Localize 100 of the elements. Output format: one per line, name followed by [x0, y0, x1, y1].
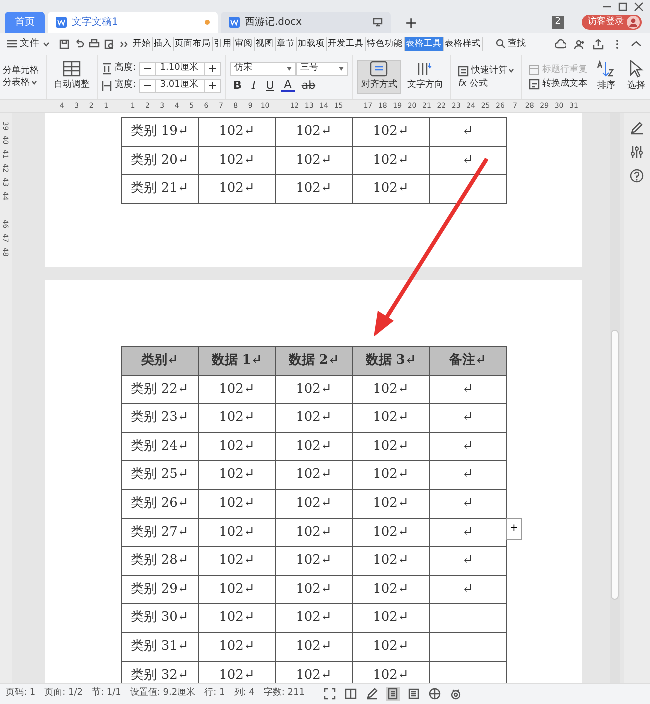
scrollbar-thumb[interactable] — [611, 330, 619, 600]
split-table-button[interactable]: 分表格 — [0, 78, 42, 88]
add-column-button[interactable]: + — [506, 518, 522, 540]
document-tab[interactable]: 文字文稿1 — [48, 12, 218, 33]
ribbon-tab[interactable]: 表格工具 — [405, 36, 444, 52]
cloud-icon[interactable] — [555, 38, 566, 50]
ribbon-tab[interactable]: 视图 — [255, 36, 276, 52]
font-size-select[interactable]: 三号 — [296, 62, 348, 76]
decrease-button[interactable]: − — [140, 63, 156, 74]
status-text: 页码: 1 — [6, 686, 36, 700]
fullscreen-view-button[interactable] — [322, 686, 337, 700]
window-count-badge[interactable]: 2 — [552, 16, 564, 29]
table-cell: ↵ — [430, 460, 506, 490]
table-cell: ↵ — [430, 546, 506, 576]
sort-icon — [597, 60, 616, 78]
table-cell: 类别 21↵ — [122, 174, 198, 204]
cursor-icon — [628, 60, 644, 78]
print-icon[interactable] — [89, 38, 100, 50]
avatar-icon — [627, 16, 640, 29]
globe-view-button[interactable] — [428, 686, 442, 700]
print-preview-icon[interactable] — [104, 38, 115, 50]
table-cell: 102↵ — [276, 546, 352, 576]
table-cell: 102↵ — [352, 460, 430, 490]
field-label: 宽度: — [115, 78, 136, 92]
ribbon-tab[interactable]: 开始 — [132, 36, 153, 52]
sliders-icon[interactable] — [630, 145, 644, 159]
italic-button[interactable]: I — [248, 80, 260, 91]
table-cell: ↵ — [430, 432, 506, 461]
table-cell: 类别 31↵ — [122, 632, 198, 662]
text-direction-icon — [416, 61, 434, 78]
font-color-button[interactable]: A — [281, 79, 295, 92]
align-button[interactable]: 对齐方式 — [357, 60, 402, 94]
table-cell: 102↵ — [352, 146, 430, 175]
share-icon[interactable] — [593, 38, 604, 50]
increase-button[interactable]: + — [205, 80, 220, 91]
login-button[interactable]: 访客登录 — [582, 14, 642, 30]
search-button[interactable]: 查找 — [493, 39, 529, 49]
formula-button[interactable]: fx 公式 — [455, 80, 518, 88]
ribbon-tab[interactable]: 开发工具 — [327, 36, 366, 52]
status-text: 列: 4 — [234, 686, 255, 700]
increase-button[interactable]: + — [205, 63, 220, 74]
word-document-icon — [229, 17, 240, 28]
maximize-icon[interactable] — [618, 2, 628, 12]
select-button[interactable]: 选择 — [624, 55, 648, 99]
table-cell: 102↵ — [276, 404, 352, 432]
table-cell: 102↵ — [352, 575, 430, 604]
pen-icon[interactable] — [630, 121, 644, 135]
character-shading-button[interactable]: ab — [298, 80, 319, 91]
underline-button[interactable]: U — [263, 80, 278, 91]
split-cells-button[interactable]: 分单元格 — [0, 66, 42, 76]
close-icon[interactable] — [634, 2, 644, 12]
table-cell: 102↵ — [198, 432, 276, 461]
outline-view-button[interactable] — [406, 686, 421, 700]
ribbon-tab[interactable]: 审阅 — [234, 36, 255, 52]
table-cell: 102↵ — [276, 460, 352, 490]
auto-fit-button[interactable]: 自动调整 — [51, 61, 93, 93]
scrollbar[interactable] — [610, 113, 620, 683]
status-text: 行: 1 — [204, 686, 226, 700]
undo-icon[interactable] — [74, 38, 85, 50]
help-icon[interactable] — [630, 169, 644, 183]
eye-view-button[interactable] — [448, 686, 463, 700]
ribbon-tab[interactable]: 引用 — [213, 36, 234, 52]
file-menu[interactable]: 文件 — [4, 39, 53, 49]
add-user-icon[interactable] — [574, 38, 585, 50]
column-header: 类别↵ — [122, 346, 198, 376]
ribbon-tab[interactable]: 表格样式 — [444, 36, 483, 52]
ribbon-tab[interactable]: 章节 — [276, 36, 297, 52]
table-cell: 102↵ — [198, 604, 276, 632]
new-tab-button[interactable]: + — [402, 16, 421, 31]
decrease-button[interactable]: − — [140, 80, 156, 91]
table-icon — [63, 61, 81, 78]
ribbon-tab[interactable]: 页面布局 — [174, 36, 213, 52]
bold-button[interactable]: B — [230, 80, 245, 91]
table-cell: ↵ — [430, 489, 506, 518]
ribbon-tab[interactable]: 加载项 — [297, 36, 327, 52]
collapse-icon[interactable] — [631, 38, 642, 50]
word-document-icon — [56, 17, 67, 28]
size-field[interactable]: 3.01厘米 — [155, 78, 206, 92]
table-cell: 类别 28↵ — [122, 546, 198, 576]
convert-icon — [529, 78, 540, 90]
status-text: 设置值: 9.2厘米 — [130, 686, 196, 700]
field-label: 高度: — [115, 62, 136, 75]
document-tab[interactable]: 西游记.docx — [221, 12, 391, 33]
font-select[interactable]: 仿宋 — [230, 62, 296, 76]
status-text: 字数: 211 — [264, 686, 305, 700]
page-view-button[interactable] — [386, 686, 400, 700]
quick-calculate-button[interactable]: 快速计算 — [455, 66, 518, 76]
table-cell: 102↵ — [198, 575, 276, 604]
table-cell: 102↵ — [352, 432, 430, 461]
save-icon[interactable] — [59, 38, 70, 50]
convert-to-text-button[interactable]: 转换成文本 — [526, 78, 590, 90]
text-direction-button[interactable]: 文字方向 — [404, 61, 446, 93]
sort-button[interactable]: 排序 — [594, 55, 618, 99]
search-icon — [496, 39, 506, 49]
size-field[interactable]: 1.10厘米 — [155, 62, 206, 76]
ribbon-tab[interactable]: 插入 — [153, 36, 174, 52]
table-cell: 102↵ — [198, 632, 276, 662]
caret-icon — [509, 69, 514, 73]
book-view-button[interactable] — [344, 686, 358, 700]
pen-view-button[interactable] — [364, 686, 379, 700]
